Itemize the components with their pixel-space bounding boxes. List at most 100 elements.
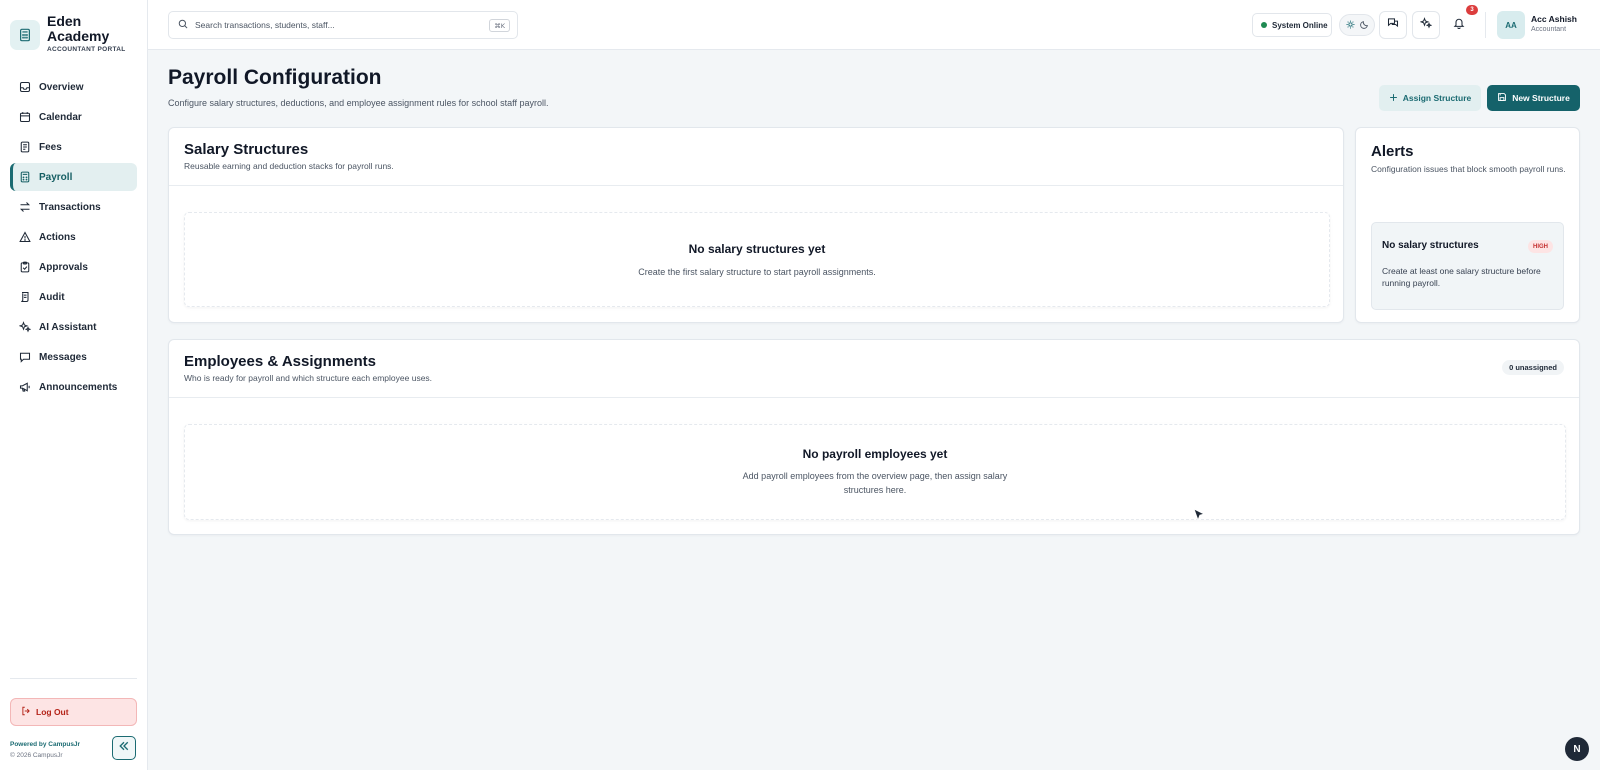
sidebar-nav: Overview Calendar Fees Payroll Transacti… <box>10 73 137 403</box>
clipboard-check-icon <box>18 261 31 274</box>
unassigned-count-badge: 0 unassigned <box>1502 360 1564 375</box>
sidebar-item-label: Transactions <box>39 201 101 213</box>
severity-badge: HIGH <box>1528 240 1553 253</box>
alerts-card: Alerts Configuration issues that block s… <box>1355 127 1580 323</box>
salary-structures-card: Salary Structures Reusable earning and d… <box>168 127 1344 323</box>
sidebar-item-overview[interactable]: Overview <box>10 73 137 101</box>
topbar: ⌘K System Online 3 AA Acc Ashish Account… <box>148 0 1600 50</box>
page-title: Payroll Configuration <box>168 66 382 89</box>
sidebar: Eden Academy ACCOUNTANT PORTAL Overview … <box>0 0 148 770</box>
sidebar-item-label: Approvals <box>39 261 88 273</box>
employees-assignments-title: Employees & Assignments <box>184 353 377 370</box>
new-structure-label: New Structure <box>1512 93 1570 103</box>
brand[interactable]: Eden Academy ACCOUNTANT PORTAL <box>10 14 126 53</box>
sidebar-item-actions[interactable]: Actions <box>10 223 137 251</box>
employees-assignments-header: Employees & Assignments Who is ready for… <box>169 340 1579 398</box>
sun-icon <box>1346 16 1355 34</box>
ai-assistant-button[interactable] <box>1412 11 1440 39</box>
user-name[interactable]: Acc Ashish <box>1531 14 1577 24</box>
sidebar-item-fees[interactable]: Fees <box>10 133 137 161</box>
employees-assignments-subtitle: Who is ready for payroll and which struc… <box>184 373 433 383</box>
sidebar-item-label: Messages <box>39 351 87 363</box>
chevrons-left-icon <box>118 739 130 757</box>
salary-structures-empty-state: No salary structures yet Create the firs… <box>184 212 1330 307</box>
sidebar-item-label: Audit <box>39 291 65 303</box>
page-subtitle: Configure salary structures, deductions,… <box>168 98 549 108</box>
search-icon <box>178 16 188 34</box>
search-box[interactable]: ⌘K <box>168 11 518 39</box>
brand-name: Eden Academy <box>47 13 110 44</box>
sidebar-divider <box>10 678 137 679</box>
sidebar-item-label: Calendar <box>39 111 82 123</box>
avatar[interactable]: AA <box>1497 11 1525 39</box>
notification-count-badge: 3 <box>1466 5 1478 15</box>
save-icon <box>1497 89 1507 107</box>
empty-state-description-line-2: structures here. <box>843 485 907 495</box>
assign-structure-button[interactable]: Assign Structure <box>1379 85 1481 111</box>
floating-assistant-button[interactable]: N <box>1565 737 1589 761</box>
sidebar-item-label: Announcements <box>39 381 118 393</box>
alerts-subtitle: Configuration issues that block smooth p… <box>1371 164 1566 174</box>
sidebar-item-label: Fees <box>39 141 62 153</box>
chat-icon <box>18 351 31 364</box>
search-input[interactable] <box>195 20 475 30</box>
sidebar-item-label: Payroll <box>39 171 73 183</box>
logout-icon <box>21 703 31 721</box>
receipt-icon <box>18 141 31 154</box>
employees-empty-state: No payroll employees yet Add payroll emp… <box>184 424 1566 520</box>
topbar-divider <box>1485 12 1486 38</box>
alert-description: Create at least one salary structure bef… <box>1382 266 1541 288</box>
status-dot <box>1261 22 1267 28</box>
sidebar-item-transactions[interactable]: Transactions <box>10 193 137 221</box>
empty-state-description-line-1: Add payroll employees from the overview … <box>742 471 1008 481</box>
sparkles-icon <box>18 321 31 334</box>
empty-state-title: No salary structures yet <box>688 242 826 256</box>
calendar-icon <box>18 111 31 124</box>
brand-portal-label: ACCOUNTANT PORTAL <box>47 46 126 53</box>
sidebar-item-approvals[interactable]: Approvals <box>10 253 137 281</box>
sparkles-icon <box>1419 16 1433 34</box>
collapse-sidebar-button[interactable] <box>112 736 136 760</box>
logout-label: Log Out <box>36 707 69 717</box>
sidebar-item-label: Overview <box>39 81 84 93</box>
salary-structures-subtitle: Reusable earning and deduction stacks fo… <box>184 161 394 171</box>
sidebar-item-label: Actions <box>39 231 76 243</box>
salary-structures-header: Salary Structures Reusable earning and d… <box>169 128 1343 186</box>
arrows-swap-icon <box>18 201 31 214</box>
notifications-button[interactable]: 3 <box>1445 5 1478 39</box>
sidebar-item-payroll[interactable]: Payroll <box>10 163 137 191</box>
mouse-cursor-icon <box>1193 508 1206 527</box>
empty-state-description: Create the first salary structure to sta… <box>638 267 876 277</box>
alerts-title: Alerts <box>1371 143 1414 160</box>
powered-by[interactable]: Powered by CampusJr <box>10 741 80 748</box>
employees-assignments-card: Employees & Assignments Who is ready for… <box>168 339 1580 535</box>
warning-icon <box>18 231 31 244</box>
system-status-badge: System Online <box>1252 13 1332 37</box>
search-shortcut-hint: ⌘K <box>489 19 510 32</box>
calculator-logo-icon <box>10 20 40 50</box>
scroll-icon <box>18 291 31 304</box>
theme-toggle[interactable] <box>1339 14 1375 36</box>
empty-state-title: No payroll employees yet <box>802 447 948 461</box>
bell-icon <box>1453 16 1465 34</box>
assign-structure-label: Assign Structure <box>1402 93 1472 103</box>
sidebar-item-audit[interactable]: Audit <box>10 283 137 311</box>
messages-button[interactable] <box>1379 11 1407 39</box>
sidebar-item-announcements[interactable]: Announcements <box>10 373 137 401</box>
sidebar-item-label: AI Assistant <box>39 321 97 333</box>
sidebar-item-messages[interactable]: Messages <box>10 343 137 371</box>
inbox-icon <box>18 81 31 94</box>
chat-bubbles-icon <box>1387 16 1399 34</box>
copyright: © 2026 CampusJr <box>10 752 63 759</box>
alert-title: No salary structures <box>1382 240 1479 251</box>
salary-structures-title: Salary Structures <box>184 141 309 158</box>
system-status-label: System Online <box>1272 20 1328 30</box>
moon-icon <box>1359 16 1369 34</box>
calculator-icon <box>18 171 31 184</box>
sidebar-item-calendar[interactable]: Calendar <box>10 103 137 131</box>
alert-item[interactable]: No salary structures HIGH Create at leas… <box>1371 222 1564 310</box>
logout-button[interactable]: Log Out <box>10 698 137 726</box>
plus-icon <box>1389 89 1398 107</box>
sidebar-item-ai-assistant[interactable]: AI Assistant <box>10 313 137 341</box>
new-structure-button[interactable]: New Structure <box>1487 85 1580 111</box>
